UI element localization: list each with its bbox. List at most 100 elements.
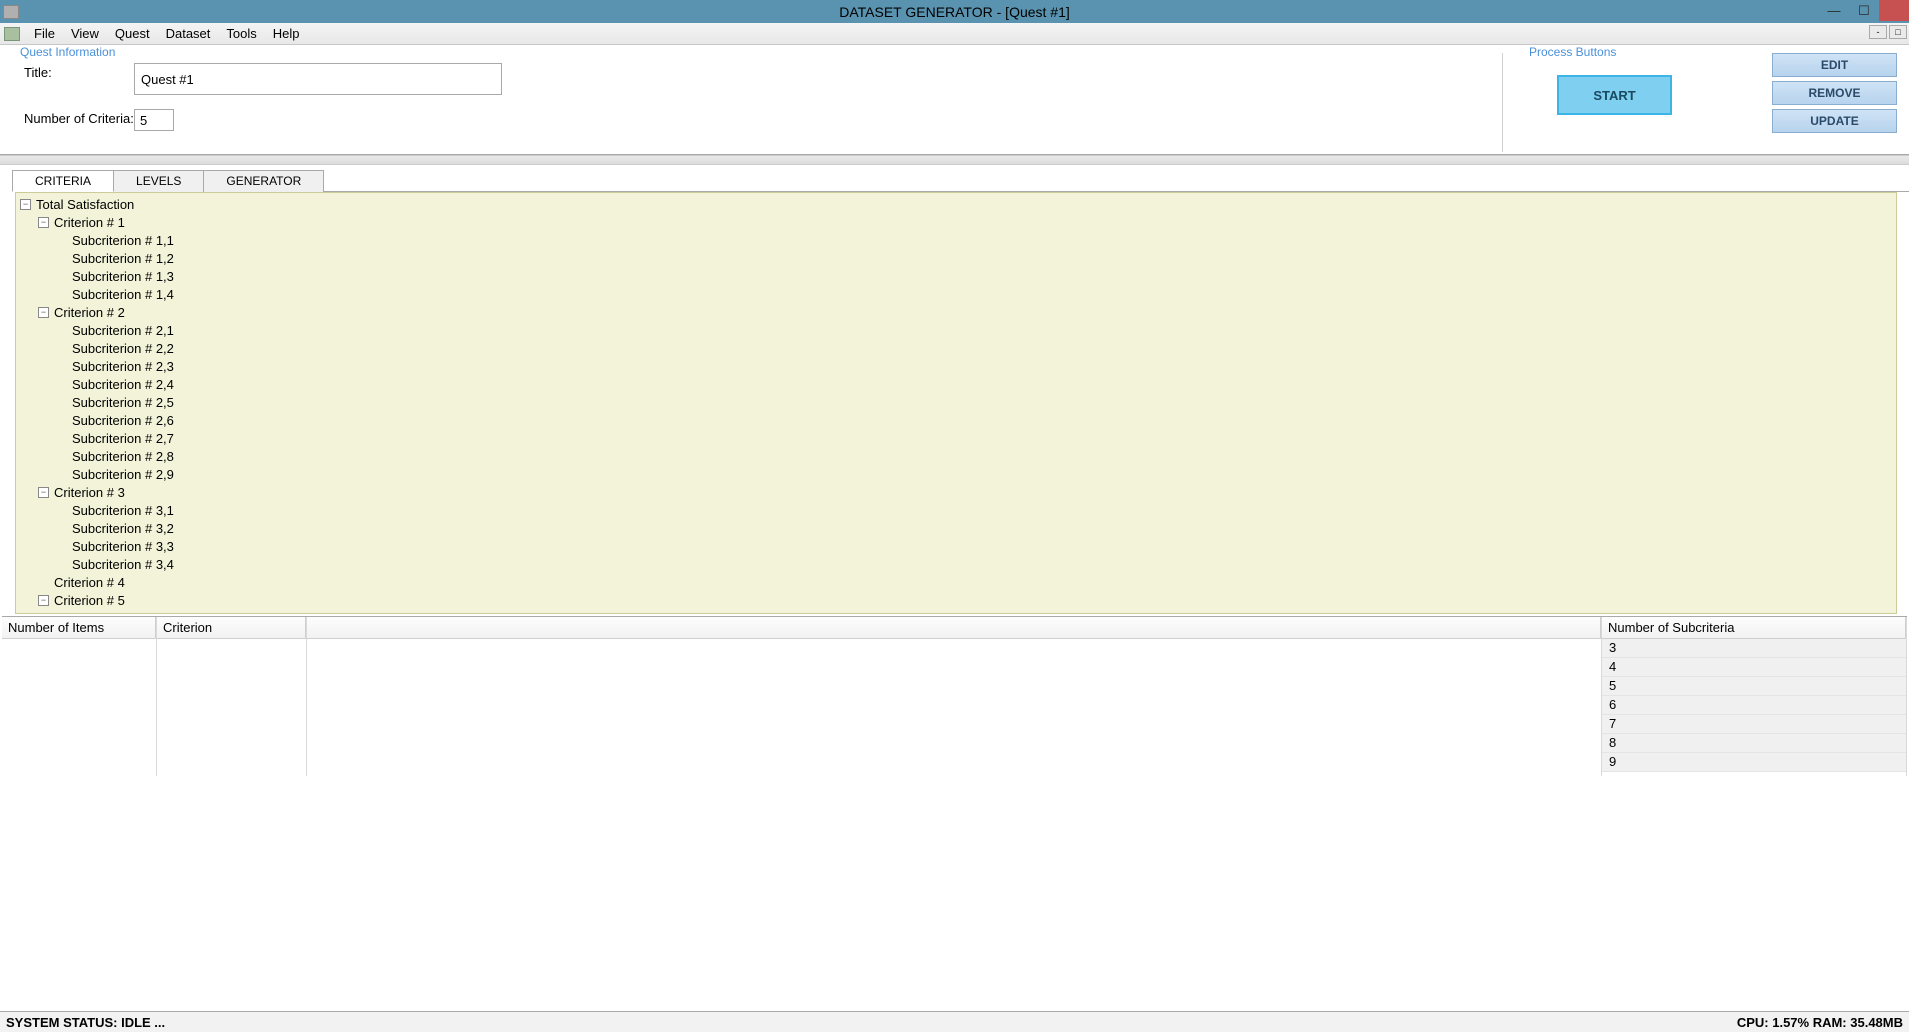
col-number-of-subcriteria: Number of Subcriteria 3456789	[1602, 617, 1907, 776]
process-legend: Process Buttons	[1527, 45, 1618, 59]
subcriteria-option[interactable]: 6	[1602, 696, 1906, 715]
tree-node[interactable]: −Total Satisfaction	[16, 195, 1896, 213]
tree-node[interactable]: Subcriterion # 3,1	[16, 501, 1896, 519]
header-number-of-subcriteria[interactable]: Number of Subcriteria	[1602, 617, 1906, 639]
bottom-table: Number of Items Criterion Number of Subc…	[2, 616, 1907, 776]
tree-node[interactable]: Subcriterion # 2,1	[16, 321, 1896, 339]
status-right: CPU: 1.57% RAM: 35.48MB	[1737, 1015, 1903, 1030]
tree-node[interactable]: Subcriterion # 3,4	[16, 555, 1896, 573]
tree-node[interactable]: Subcriterion # 3,3	[16, 537, 1896, 555]
start-button[interactable]: START	[1557, 75, 1672, 115]
menubar: FileViewQuestDatasetToolsHelp	[0, 23, 1909, 45]
window-title: DATASET GENERATOR - [Quest #1]	[839, 4, 1070, 20]
window-controls: — ☐	[1819, 0, 1909, 23]
tree-node[interactable]: Subcriterion # 2,6	[16, 411, 1896, 429]
tree-node[interactable]: Subcriterion # 2,5	[16, 393, 1896, 411]
tree-label: Subcriterion # 5,1	[70, 611, 174, 615]
col-spacer	[307, 617, 1602, 776]
menu-help[interactable]: Help	[265, 24, 308, 43]
tree-label: Subcriterion # 1,3	[70, 269, 174, 284]
tree-label: Total Satisfaction	[34, 197, 134, 212]
tree-label: Subcriterion # 2,4	[70, 377, 174, 392]
tree-label: Subcriterion # 2,2	[70, 341, 174, 356]
col-criterion: Criterion	[157, 617, 307, 776]
tab-generator[interactable]: GENERATOR	[203, 170, 324, 192]
menu-quest[interactable]: Quest	[107, 24, 158, 43]
update-button[interactable]: UPDATE	[1772, 109, 1897, 133]
subcriteria-option[interactable]: 8	[1602, 734, 1906, 753]
tree-node[interactable]: −Criterion # 5	[16, 591, 1896, 609]
criteria-tree[interactable]: −Total Satisfaction−Criterion # 1Subcrit…	[15, 192, 1897, 614]
collapse-icon[interactable]: −	[38, 595, 49, 606]
tree-label: Subcriterion # 2,3	[70, 359, 174, 374]
tree-node[interactable]: Subcriterion # 2,8	[16, 447, 1896, 465]
tree-node[interactable]: Subcriterion # 1,2	[16, 249, 1896, 267]
collapse-icon[interactable]: −	[38, 487, 49, 498]
tree-node[interactable]: Subcriterion # 5,1	[16, 609, 1896, 614]
maximize-button[interactable]: ☐	[1849, 0, 1879, 21]
tree-node[interactable]: Criterion # 4	[16, 573, 1896, 591]
tab-content: −Total Satisfaction−Criterion # 1Subcrit…	[12, 191, 1909, 614]
header-number-of-items[interactable]: Number of Items	[2, 617, 156, 639]
subcriteria-option[interactable]: 4	[1602, 658, 1906, 677]
minimize-button[interactable]: —	[1819, 0, 1849, 21]
tree-label: Criterion # 2	[52, 305, 125, 320]
tree-node[interactable]: Subcriterion # 1,1	[16, 231, 1896, 249]
tree-node[interactable]: Subcriterion # 3,2	[16, 519, 1896, 537]
collapse-icon[interactable]: −	[38, 217, 49, 228]
tree-node[interactable]: Subcriterion # 2,9	[16, 465, 1896, 483]
mdi-icon	[4, 27, 20, 41]
mdi-restore-button[interactable]: □	[1889, 25, 1907, 39]
tree-node[interactable]: Subcriterion # 2,3	[16, 357, 1896, 375]
tree-node[interactable]: Subcriterion # 1,4	[16, 285, 1896, 303]
tree-node[interactable]: Subcriterion # 1,3	[16, 267, 1896, 285]
num-criteria-label: Number of Criteria:	[24, 109, 134, 126]
mdi-minimize-button[interactable]: -	[1869, 25, 1887, 39]
subcriteria-option[interactable]: 7	[1602, 715, 1906, 734]
tree-label: Subcriterion # 2,9	[70, 467, 174, 482]
subcriteria-list[interactable]: 3456789	[1602, 639, 1906, 772]
quest-information-group: Quest Information Title: Number of Crite…	[6, 53, 1503, 152]
num-criteria-input[interactable]	[134, 109, 174, 131]
edit-button[interactable]: EDIT	[1772, 53, 1897, 77]
col-number-of-items: Number of Items	[2, 617, 157, 776]
tree-label: Criterion # 5	[52, 593, 125, 608]
tree-node[interactable]: Subcriterion # 2,7	[16, 429, 1896, 447]
subcriteria-option[interactable]: 9	[1602, 753, 1906, 772]
tree-label: Subcriterion # 2,5	[70, 395, 174, 410]
tree-label: Subcriterion # 2,1	[70, 323, 174, 338]
tree-node[interactable]: Subcriterion # 2,2	[16, 339, 1896, 357]
tree-node[interactable]: −Criterion # 1	[16, 213, 1896, 231]
title-label: Title:	[24, 63, 134, 80]
close-button[interactable]	[1879, 0, 1909, 21]
title-input[interactable]	[134, 63, 502, 95]
menu-tools[interactable]: Tools	[218, 24, 264, 43]
header-criterion[interactable]: Criterion	[157, 617, 306, 639]
divider	[0, 155, 1909, 165]
menu-dataset[interactable]: Dataset	[158, 24, 219, 43]
tree-node[interactable]: −Criterion # 3	[16, 483, 1896, 501]
header-spacer	[307, 617, 1601, 639]
remove-button[interactable]: REMOVE	[1772, 81, 1897, 105]
tree-label: Subcriterion # 3,3	[70, 539, 174, 554]
tree-label: Subcriterion # 1,4	[70, 287, 174, 302]
titlebar: DATASET GENERATOR - [Quest #1] — ☐	[0, 0, 1909, 23]
status-left: SYSTEM STATUS: IDLE ...	[6, 1015, 165, 1030]
tab-criteria[interactable]: CRITERIA	[12, 170, 114, 192]
collapse-icon[interactable]: −	[38, 307, 49, 318]
tree-node[interactable]: Subcriterion # 2,4	[16, 375, 1896, 393]
tree-label: Subcriterion # 3,4	[70, 557, 174, 572]
tab-levels[interactable]: LEVELS	[113, 170, 204, 192]
collapse-icon[interactable]: −	[20, 199, 31, 210]
tree-label: Subcriterion # 3,1	[70, 503, 174, 518]
tree-label: Subcriterion # 2,7	[70, 431, 174, 446]
subcriteria-option[interactable]: 3	[1602, 639, 1906, 658]
menu-file[interactable]: File	[26, 24, 63, 43]
tree-node[interactable]: −Criterion # 2	[16, 303, 1896, 321]
app-icon	[3, 5, 19, 19]
subcriteria-option[interactable]: 5	[1602, 677, 1906, 696]
menu-view[interactable]: View	[63, 24, 107, 43]
tree-label: Subcriterion # 1,2	[70, 251, 174, 266]
tabs-area: CRITERIALEVELSGENERATOR −Total Satisfact…	[0, 165, 1909, 614]
mdi-controls: - □	[1867, 25, 1907, 39]
